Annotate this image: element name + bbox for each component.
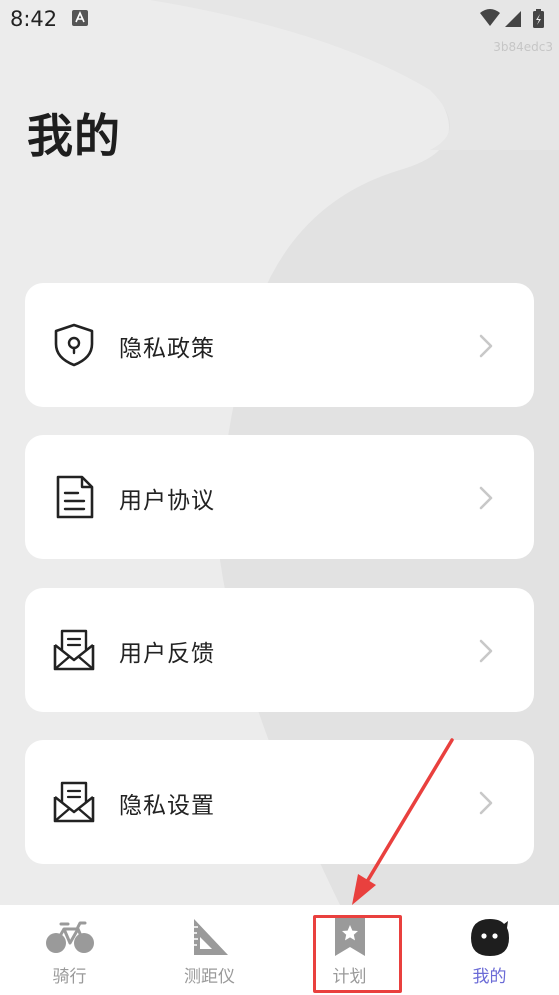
notification-a-icon [72,10,88,26]
menu-item-label: 隐私政策 [119,336,215,362]
chevron-right-icon [479,639,493,663]
battery-icon [533,9,544,28]
document-icon [56,475,94,519]
shield-lock-icon [54,323,94,367]
menu-item-label: 隐私设置 [119,793,215,819]
tab-mine[interactable]: 我的 [420,905,559,995]
mail-feedback-icon [53,629,95,671]
page-title: 我的 [27,109,121,163]
tab-label: 我的 [472,967,507,987]
status-icons [480,9,544,28]
menu-item-label: 用户协议 [119,488,215,514]
bicycle-icon [45,921,94,953]
menu-item-label: 用户反馈 [119,641,215,667]
tab-label: 骑行 [52,967,87,987]
chevron-right-icon [479,791,493,815]
tab-label: 测距仪 [184,967,235,987]
mail-settings-icon [53,781,95,823]
build-id: 3b84edc3 [493,40,553,54]
signal-icon [505,11,521,27]
chevron-right-icon [479,486,493,510]
menu-item-privacy-policy[interactable]: 隐私政策 [25,283,534,407]
tab-riding[interactable]: 骑行 [0,905,139,995]
status-time: 8:42 [10,7,58,31]
tab-plan[interactable]: 计划 [280,905,419,995]
menu-item-user-agreement[interactable]: 用户协议 [25,435,534,559]
tab-rangefinder[interactable]: 测距仪 [140,905,279,995]
bottom-tab-bar: 骑行 测距仪 计划 我的 [0,905,559,995]
ruler-triangle-icon [193,919,228,955]
bookmark-star-icon [334,918,365,956]
profile-face-icon [470,919,509,956]
chevron-right-icon [479,334,493,358]
wifi-icon [480,9,500,26]
status-bar: 8:42 [0,0,559,40]
menu-item-privacy-settings[interactable]: 隐私设置 [25,740,534,864]
tab-label: 计划 [332,967,367,987]
menu-item-user-feedback[interactable]: 用户反馈 [25,588,534,712]
